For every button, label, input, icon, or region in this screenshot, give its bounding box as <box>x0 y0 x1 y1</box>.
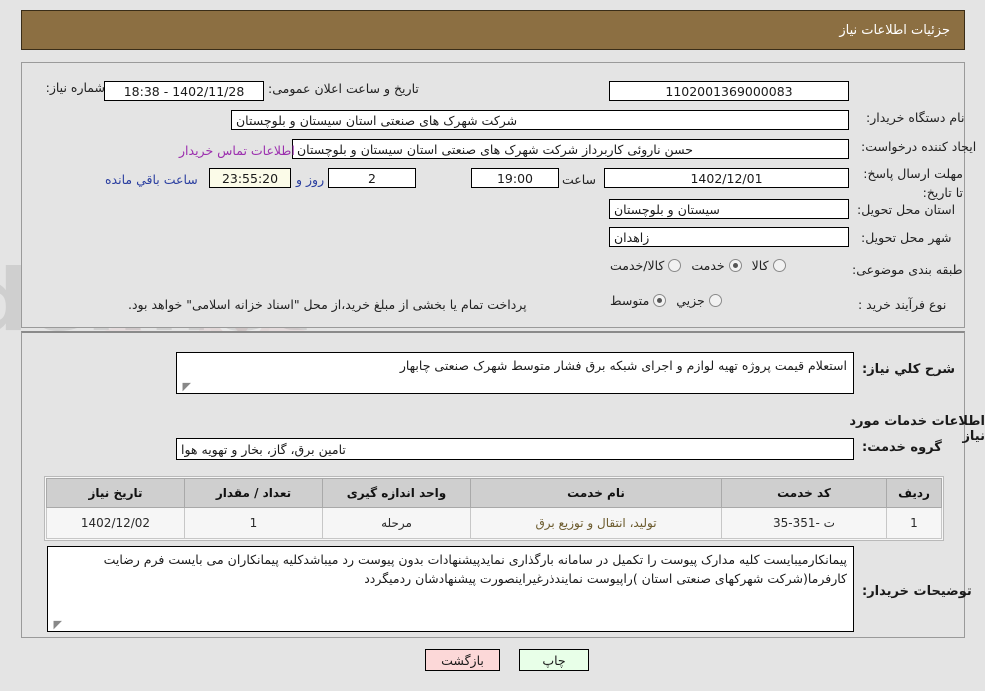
creator-label-wrap: ایجاد کننده درخواست: <box>861 139 976 154</box>
resize-grip-icon[interactable]: ◤ <box>179 381 191 393</box>
announce-datetime-value: 1402/11/28 - 18:38 <box>104 81 264 101</box>
purchase-process-radio-group: جزیي متوسط <box>600 293 722 308</box>
need-number-value: 1102001369000083 <box>609 81 849 101</box>
buyer-org-value: شرکت شهرک های صنعتی استان سیستان و بلوچس… <box>231 110 849 130</box>
services-table: ردیف کد خدمت نام خدمت واحد اندازه گیری ت… <box>46 478 942 539</box>
th-row-no: ردیف <box>886 478 942 508</box>
buyer-contact-link[interactable]: اطلاعات تماس خریدار <box>179 143 295 158</box>
general-desc-textarea[interactable]: استعلام قیمت پروژه تهیه لوازم و اجرای شب… <box>176 352 854 394</box>
radio-process-motavaset[interactable] <box>653 294 667 307</box>
radio-category-kala[interactable] <box>772 259 786 272</box>
th-unit: واحد اندازه گیری <box>322 478 471 508</box>
creator-value: حسن ناروئی کاربرداز شرکت شهرک های صنعتی … <box>292 139 849 159</box>
delivery-province-label: استان محل تحویل: <box>857 202 956 217</box>
deadline-hour-value: 19:00 <box>471 168 559 188</box>
days-remaining-label: روز و <box>296 172 325 187</box>
radio-category-khedmat[interactable] <box>728 259 742 272</box>
deadline-label-wrap: مهلت ارسال پاسخ: تا تاریخ: <box>858 163 963 201</box>
cell-row-no: 1 <box>886 507 942 539</box>
radio-process-jozi-label: جزیي <box>676 293 705 308</box>
announce-datetime-label-wrap: تاریخ و ساعت اعلان عمومی: <box>268 81 419 96</box>
announce-datetime-label: تاریخ و ساعت اعلان عمومی: <box>268 81 419 96</box>
days-remaining-value: 2 <box>328 168 416 188</box>
delivery-province-value: سیستان و بلوچستان <box>609 199 849 219</box>
print-button[interactable]: چاپ <box>519 649 589 671</box>
radio-category-khedmat-label: خدمت <box>691 258 725 273</box>
deadline-date-value: 1402/12/01 <box>604 168 849 188</box>
creator-label: ایجاد کننده درخواست: <box>861 139 977 154</box>
radio-process-motavaset-label: متوسط <box>610 293 650 308</box>
need-info-panel <box>21 62 965 328</box>
subject-category-radio-group: کالا خدمت کالا/خدمت <box>600 258 786 273</box>
cell-need-date: 1402/12/02 <box>46 507 185 539</box>
countdown-label: ساعت باقي مانده <box>105 172 198 187</box>
general-desc-label: شرح كلي نياز: <box>862 362 956 377</box>
page-title: جزئیات اطلاعات نیاز <box>839 22 950 38</box>
cell-service-name: تولید، انتقال و توزیع برق <box>470 507 722 539</box>
purchase-process-label: نوع فرآیند خرید : <box>858 297 947 312</box>
back-button[interactable]: بازگشت <box>425 649 500 671</box>
th-service-code: کد خدمت <box>721 478 887 508</box>
deadline-label: مهلت ارسال پاسخ: تا تاریخ: <box>863 166 963 200</box>
countdown-value: 23:55:20 <box>209 168 291 188</box>
table-row[interactable]: 1 ت -351-35 تولید، انتقال و توزیع برق مر… <box>46 507 942 539</box>
buyer-notes-label: توضیحات خریدار: <box>862 584 972 599</box>
service-group-label: گروه خدمت: <box>862 440 942 455</box>
table-header-row: ردیف کد خدمت نام خدمت واحد اندازه گیری ت… <box>46 478 942 508</box>
page-header: جزئیات اطلاعات نیاز <box>21 10 965 50</box>
th-service-name: نام خدمت <box>470 478 722 508</box>
resize-grip-icon-notes[interactable]: ◤ <box>50 619 62 631</box>
general-desc-value: استعلام قیمت پروژه تهیه لوازم و اجرای شب… <box>399 358 847 373</box>
radio-category-kala-khedmat[interactable] <box>668 259 682 272</box>
buyer-notes-value: پیمانکارمیبایست کلیه مدارک پیوست را تکمی… <box>103 552 847 586</box>
th-need-date: تاریخ نیاز <box>46 478 185 508</box>
treasury-note: پرداخت تمام یا بخشی از مبلغ خرید،از محل … <box>128 297 527 312</box>
cell-unit: مرحله <box>322 507 471 539</box>
th-quantity: تعداد / مقدار <box>184 478 323 508</box>
services-table-wrapper: ردیف کد خدمت نام خدمت واحد اندازه گیری ت… <box>44 476 944 541</box>
radio-process-jozi[interactable] <box>708 294 722 307</box>
service-group-value: تامین برق، گاز، بخار و تهویه هوا <box>176 438 854 460</box>
buyer-org-label: نام دستگاه خریدار: <box>866 110 965 125</box>
radio-category-kala-khedmat-label: کالا/خدمت <box>610 258 665 273</box>
cell-service-code: ت -351-35 <box>721 507 887 539</box>
buyer-notes-textarea[interactable]: پیمانکارمیبایست کلیه مدارک پیوست را تکمی… <box>47 546 854 632</box>
need-number-label-wrap: شماره نیاز: <box>5 80 105 95</box>
buyer-org-label-wrap: نام دستگاه خریدار: <box>866 110 964 125</box>
delivery-city-label: شهر محل تحویل: <box>861 230 952 245</box>
need-number-label: شماره نیاز: <box>45 80 105 95</box>
radio-category-kala-label: کالا <box>751 258 769 273</box>
subject-category-label: طبقه بندی موضوعی: <box>852 262 963 277</box>
deadline-hour-label: ساعت <box>562 172 597 187</box>
page-root: AriaTender.net جزئیات اطلاعات نیاز شماره… <box>0 0 985 691</box>
cell-quantity: 1 <box>184 507 323 539</box>
delivery-city-value: زاهدان <box>609 227 849 247</box>
